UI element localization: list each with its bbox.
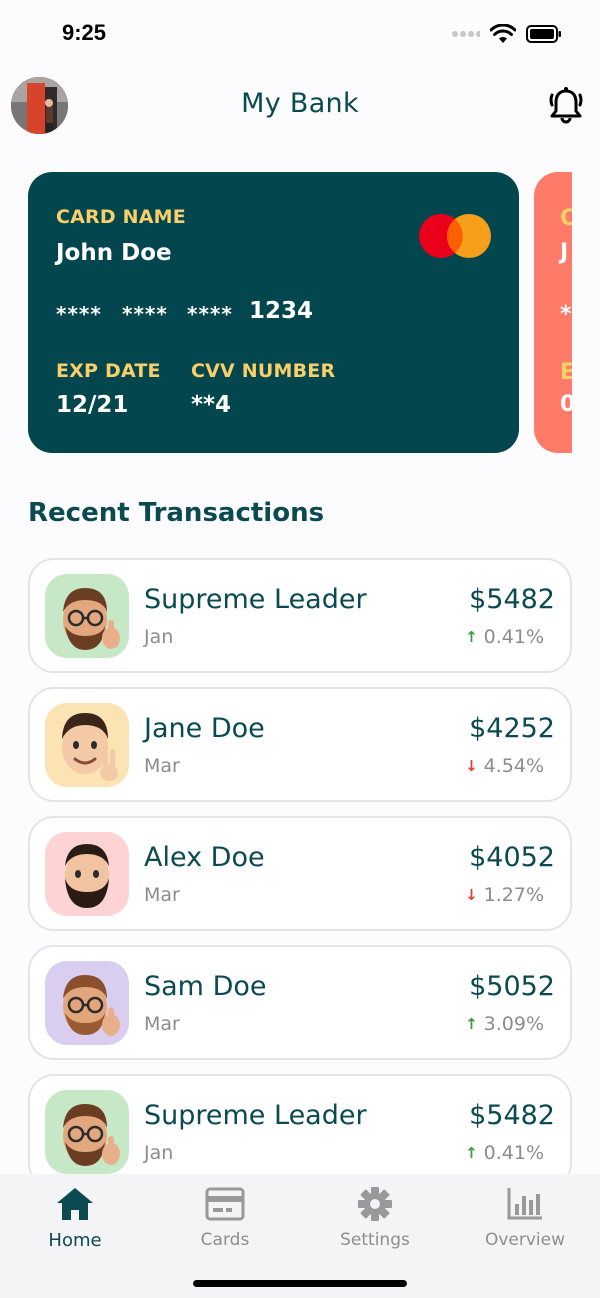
- transaction-date: Jan: [144, 1142, 174, 1164]
- home-icon: [57, 1188, 93, 1220]
- transaction-name: Sam Doe: [144, 971, 267, 1002]
- transaction-name: Supreme Leader: [144, 584, 367, 615]
- notification-bell-icon[interactable]: [549, 86, 583, 124]
- transaction-name: Alex Doe: [144, 842, 265, 873]
- transaction-amount: $5482: [469, 584, 555, 615]
- tab-overview[interactable]: Overview: [465, 1186, 585, 1256]
- glasses-thumbsup-memoji-icon: [45, 961, 129, 1045]
- next-card-fragment: J: [560, 240, 569, 265]
- transaction-row[interactable]: Supreme Leader Jan $5482 ↑ 0.41%: [28, 1074, 572, 1174]
- app-header: My Bank: [0, 70, 600, 142]
- tab-label: Home: [48, 1230, 102, 1251]
- peace-sign-memoji-icon: [45, 703, 129, 787]
- transaction-amount: $5052: [469, 971, 555, 1002]
- app-title: My Bank: [241, 88, 359, 119]
- cellular-signal-icon: [452, 31, 480, 37]
- tab-label: Settings: [340, 1230, 410, 1250]
- trend-up-arrow-icon: ↑: [465, 628, 478, 646]
- tab-cards[interactable]: Cards: [165, 1186, 285, 1256]
- bearded-glasses-thumbsup-memoji-icon: [45, 1090, 129, 1174]
- card-icon: [205, 1187, 245, 1221]
- trend-up-arrow-icon: ↑: [465, 1015, 478, 1033]
- cvv-label: CVV NUMBER: [191, 360, 336, 382]
- card-masked-group-1: ****: [56, 302, 102, 326]
- transaction-date: Mar: [144, 884, 180, 906]
- transaction-row[interactable]: Sam Doe Mar $5052 ↑ 3.09%: [28, 945, 572, 1060]
- exp-date-label: EXP DATE: [56, 360, 161, 382]
- bar-chart-icon: [507, 1188, 542, 1220]
- transaction-name: Supreme Leader: [144, 1100, 367, 1131]
- next-card-fragment: C: [560, 206, 572, 231]
- battery-icon: [526, 25, 561, 43]
- transaction-change-value: 0.41%: [483, 1142, 544, 1164]
- transaction-amount: $4252: [469, 713, 555, 744]
- transaction-amount: $4052: [469, 842, 555, 873]
- transaction-row[interactable]: Supreme Leader Jan $5482 ↑ 0.41%: [28, 558, 572, 673]
- mastercard-logo-icon: [419, 214, 491, 258]
- bearded-glasses-thumbsup-memoji-icon: [45, 574, 129, 658]
- trend-up-arrow-icon: ↑: [465, 1144, 478, 1162]
- gear-icon: [358, 1187, 392, 1221]
- credit-card[interactable]: CARD NAME John Doe **** **** **** 1234 E…: [28, 172, 519, 453]
- section-title: Recent Transactions: [28, 498, 325, 528]
- transaction-change-value: 4.54%: [483, 755, 544, 777]
- card-masked-group-3: ****: [187, 302, 233, 326]
- tab-settings[interactable]: Settings: [315, 1186, 435, 1256]
- exp-date-value: 12/21: [56, 392, 129, 418]
- home-indicator[interactable]: [193, 1280, 407, 1287]
- cvv-value: **4: [191, 392, 232, 418]
- tab-label: Cards: [200, 1230, 250, 1250]
- transaction-change: ↑ 0.41%: [465, 1142, 544, 1164]
- transaction-change: ↑ 0.41%: [465, 626, 544, 648]
- card-name-label: CARD NAME: [56, 206, 186, 228]
- transaction-change-value: 0.41%: [483, 626, 544, 648]
- transaction-name: Jane Doe: [144, 713, 265, 744]
- next-card-fragment: 0: [560, 392, 572, 417]
- tab-home[interactable]: Home: [15, 1186, 135, 1256]
- trend-down-arrow-icon: ↓: [465, 886, 478, 904]
- next-card-fragment: *: [560, 302, 572, 327]
- transaction-row[interactable]: Jane Doe Mar $4252 ↓ 4.54%: [28, 687, 572, 802]
- wifi-icon: [490, 24, 516, 43]
- transaction-list[interactable]: Supreme Leader Jan $5482 ↑ 0.41% Jane Do…: [28, 558, 572, 1174]
- card-masked-group-2: ****: [122, 302, 168, 326]
- transaction-change: ↓ 4.54%: [465, 755, 544, 777]
- transaction-change: ↓ 1.27%: [465, 884, 544, 906]
- trend-down-arrow-icon: ↓: [465, 757, 478, 775]
- transaction-amount: $5482: [469, 1100, 555, 1131]
- transaction-date: Mar: [144, 755, 180, 777]
- bearded-memoji-icon: [45, 832, 129, 916]
- card-carousel[interactable]: CARD NAME John Doe **** **** **** 1234 E…: [28, 172, 572, 454]
- transaction-change: ↑ 3.09%: [465, 1013, 544, 1035]
- transaction-row[interactable]: Alex Doe Mar $4052 ↓ 1.27%: [28, 816, 572, 931]
- next-card-peek[interactable]: C J * E 0: [534, 172, 572, 453]
- card-holder-name: John Doe: [56, 240, 172, 266]
- transaction-date: Mar: [144, 1013, 180, 1035]
- tab-label: Overview: [484, 1230, 566, 1250]
- card-last-four: 1234: [249, 298, 314, 324]
- status-bar: 9:25: [0, 0, 600, 70]
- transaction-change-value: 1.27%: [483, 884, 544, 906]
- next-card-fragment: E: [560, 360, 572, 385]
- transaction-date: Jan: [144, 626, 174, 648]
- status-time: 9:25: [62, 20, 107, 45]
- transaction-change-value: 3.09%: [483, 1013, 544, 1035]
